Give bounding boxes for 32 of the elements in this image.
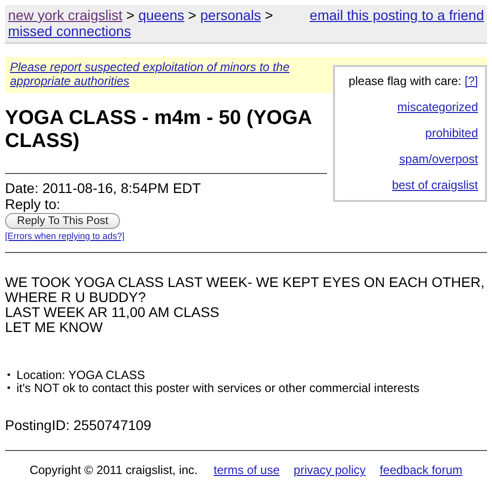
bullet: • [7, 382, 11, 395]
footer-link[interactable]: terms of use [214, 463, 280, 477]
email-link[interactable]: email this posting to a friend [310, 7, 484, 39]
notice-link[interactable]: Please report suspected exploitation of minors to the appropriate authorities [10, 60, 297, 88]
breadcrumb-separator: > [188, 7, 196, 23]
detail-text: Location: YOGA CLASS [16, 369, 146, 382]
flag-link[interactable]: spam/overpost [399, 152, 478, 166]
copyright-text: Copyright © 2011 craigslist, inc. [30, 463, 198, 477]
breadcrumb-link[interactable]: new york craigslist [8, 7, 122, 23]
breadcrumb-separator: > [126, 7, 134, 23]
footer-link[interactable]: privacy policy [294, 463, 366, 477]
footer-link[interactable]: feedback forum [380, 463, 462, 477]
flag-link[interactable]: prohibited [425, 126, 478, 140]
bullet: • [7, 369, 11, 382]
post-text: WE TOOK YOGA CLASS LAST WEEK- WE KEPT EYES ON EACH OTHER, WHERE R U BUDDY? [5, 275, 486, 305]
breadcrumb-link[interactable]: personals [200, 7, 261, 23]
reply-button[interactable]: Reply To This Post [5, 213, 120, 229]
breadcrumb-separator: > [264, 7, 274, 23]
post-date: Date: 2011-08-16, 8:54PM EDT [5, 180, 202, 196]
help-link[interactable]: [?] [464, 74, 478, 88]
post-title: YOGA CLASS - m4m - 50 (YOGA CLASS) [5, 107, 312, 153]
post-text: LAST WEEK AR 11,00 AM CLASS [5, 305, 220, 320]
breadcrumb-link[interactable]: missed connections [8, 23, 131, 39]
flag-link[interactable]: miscategorized [397, 100, 478, 114]
post-text: LET ME KNOW [5, 320, 104, 335]
posting-id: PostingID: 2550747109 [5, 417, 152, 433]
errors-link[interactable]: [Errors when replying to ads?] [5, 231, 125, 241]
detail-text: it's NOT ok to contact this poster with services or other commercial interests [16, 382, 420, 395]
breadcrumb-link[interactable]: queens [138, 7, 184, 23]
flag-heading: please flag with care: [348, 74, 462, 88]
flag-link[interactable]: best of craigslist [392, 178, 478, 192]
reply-label: Reply to: [5, 196, 62, 212]
